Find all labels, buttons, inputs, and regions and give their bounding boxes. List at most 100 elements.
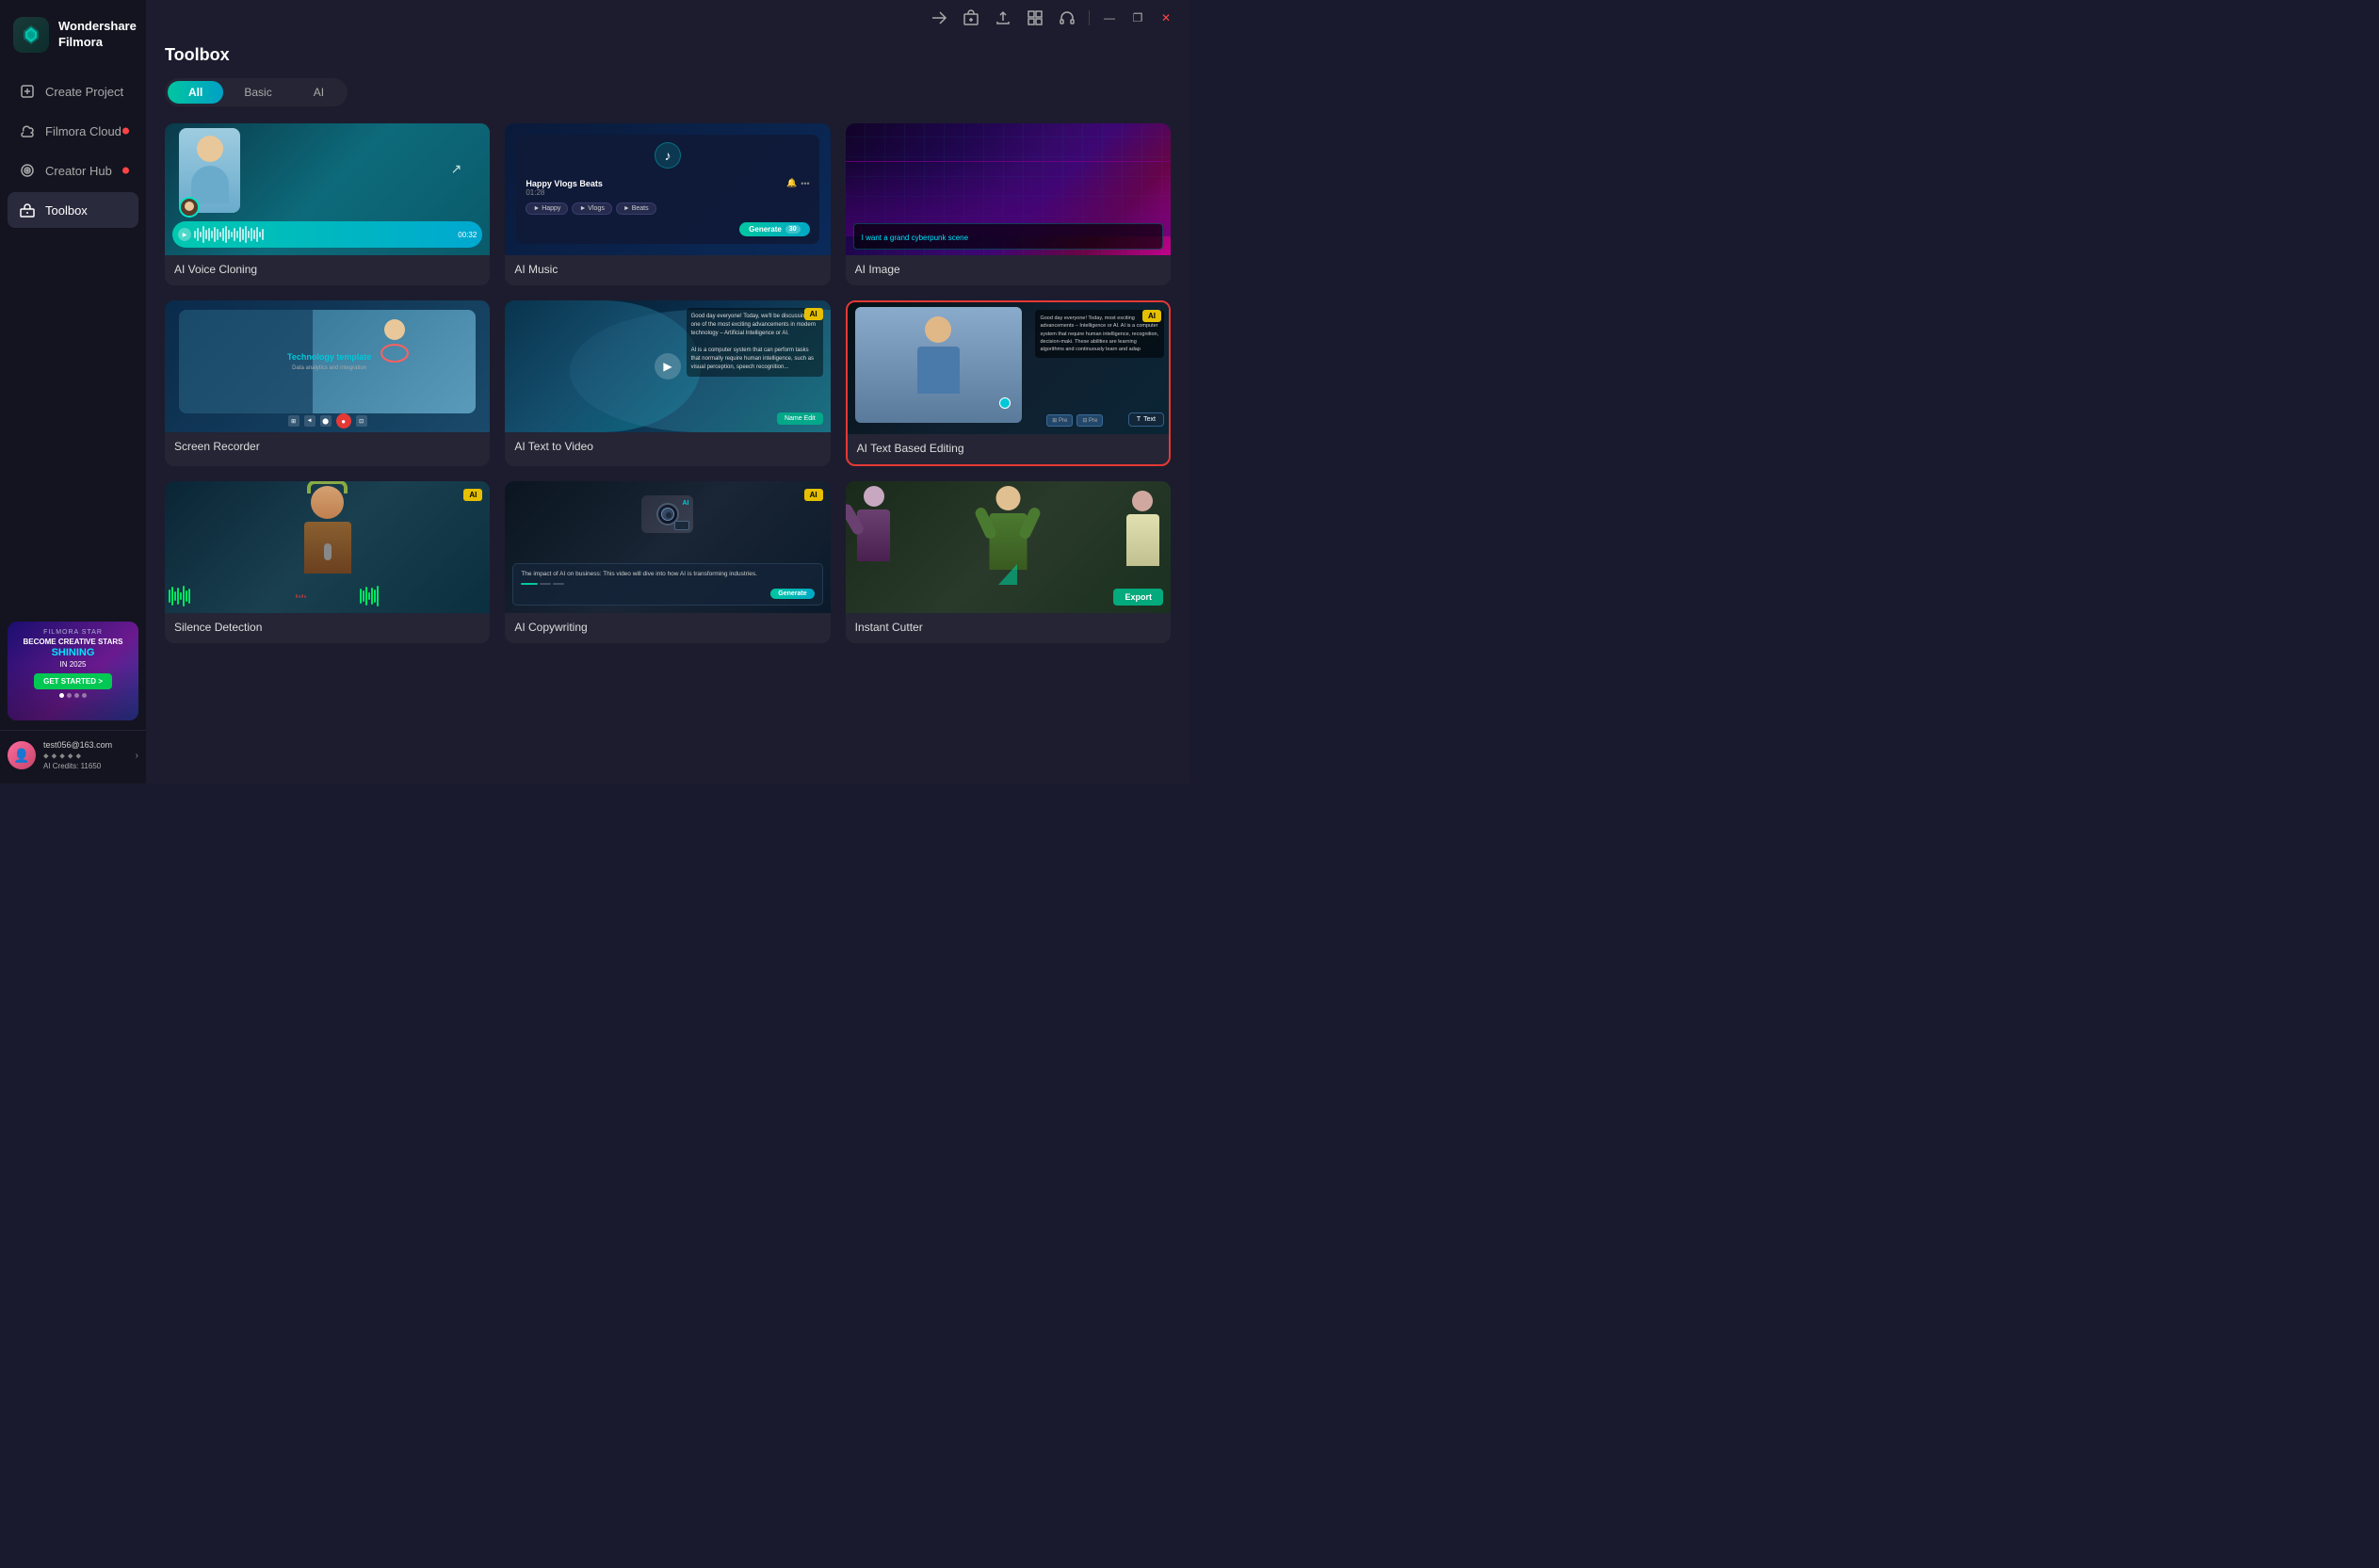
user-expand-icon[interactable]: ›	[136, 751, 138, 761]
cutter-play-arrow	[998, 564, 1017, 585]
logo-area: Wondershare Filmora	[0, 0, 146, 73]
banner-content: FILMORA STAR BECOME CREATIVE STARS SHINI…	[8, 622, 138, 705]
tool-label-text-video: AI Text to Video	[505, 432, 830, 462]
tool-label-voice-cloning: AI Voice Cloning	[165, 255, 490, 285]
text-icon: T	[1137, 416, 1141, 423]
tool-card-ai-text-to-video[interactable]: AI Good day everyone! Today, we'll be di…	[505, 300, 830, 466]
generate-copy-button[interactable]: Generate	[770, 589, 814, 599]
tool-card-instant-cutter[interactable]: Export Instant Cutter	[846, 481, 1171, 643]
banner-dot-1	[59, 693, 64, 698]
ttv-desc-text: Good day everyone! Today, we'll be discu…	[687, 308, 823, 377]
user-profile-row[interactable]: 👤 test056@163.com ⬥ ⬥ ⬥ ⬥ ⬥ AI Credits: …	[8, 740, 138, 770]
text-edit-visual: Good day everyone! Today, most exciting …	[848, 302, 1169, 434]
music-title-text: Happy Vlogs Beats	[526, 179, 603, 188]
rec-ctrl-2: ◄	[304, 415, 316, 427]
tool-card-ai-text-based-editing[interactable]: Good day everyone! Today, most exciting …	[846, 300, 1171, 466]
target-icon	[19, 162, 36, 179]
banner-dot-4	[82, 693, 87, 698]
filter-tab-ai[interactable]: AI	[293, 81, 345, 104]
sidebar-item-filmora-cloud[interactable]: Filmora Cloud	[8, 113, 138, 149]
tool-thumb-text-video: AI Good day everyone! Today, we'll be di…	[505, 300, 830, 432]
generate-label: Generate	[749, 225, 782, 234]
tool-thumb-recorder: Technology template Data analytics and i…	[165, 300, 490, 432]
banner-dot-3	[74, 693, 79, 698]
ai-badge-text-edit: AI	[1142, 310, 1161, 322]
send-icon[interactable]	[929, 8, 949, 28]
music-card-header: Happy Vlogs Beats 🔔 •••	[526, 178, 809, 188]
waveform	[194, 226, 455, 243]
sidebar-item-create-project[interactable]: Create Project	[8, 73, 138, 109]
promotional-banner[interactable]: FILMORA STAR BECOME CREATIVE STARS SHINI…	[8, 622, 138, 720]
ttv-name-badge: Name Edit	[777, 412, 823, 425]
image-visual: I want a grand cyberpunk scene	[846, 123, 1171, 255]
generate-button[interactable]: Generate 30	[739, 222, 809, 236]
sidebar-item-creator-hub[interactable]: Creator Hub	[8, 153, 138, 188]
tool-thumb-copywriting: AI AI The impact of AI on business: This…	[505, 481, 830, 613]
user-email: test056@163.com	[43, 740, 128, 750]
app-logo-icon	[13, 17, 49, 53]
tool-card-ai-image[interactable]: I want a grand cyberpunk scene AI Image	[846, 123, 1171, 285]
upload-icon[interactable]	[993, 8, 1013, 28]
user-info: test056@163.com ⬥ ⬥ ⬥ ⬥ ⬥ AI Credits: 11…	[43, 740, 128, 770]
copy-text-panel: The impact of AI on business: This video…	[512, 563, 822, 606]
cutter-person-left	[850, 486, 898, 580]
text-label: Text	[1143, 416, 1156, 423]
tool-thumb-text-edit: Good day everyone! Today, most exciting …	[848, 302, 1169, 434]
generate-btn-container: Generate 30	[526, 222, 809, 236]
minimize-button[interactable]: —	[1101, 9, 1118, 26]
toolbox-icon	[19, 202, 36, 218]
cutter-visual: Export	[846, 481, 1171, 613]
sidebar: Wondershare Filmora Create Project	[0, 0, 146, 784]
grid-icon[interactable]	[1025, 8, 1045, 28]
tool-thumb-voice-cloning: ▶	[165, 123, 490, 255]
sidebar-item-toolbox[interactable]: Toolbox	[8, 192, 138, 228]
filter-tab-all[interactable]: All	[168, 81, 223, 104]
tool-card-ai-music[interactable]: ♪ Happy Vlogs Beats 🔔 ••• 01:28	[505, 123, 830, 285]
tool-card-ai-voice-cloning[interactable]: ▶	[165, 123, 490, 285]
rec-ctrl-3: ⬤	[320, 415, 332, 427]
ai-badge-silence: AI	[463, 489, 482, 501]
close-button[interactable]: ✕	[1157, 9, 1174, 26]
sidebar-item-label: Creator Hub	[45, 164, 112, 178]
user-credits-row: ⬥ ⬥ ⬥ ⬥ ⬥	[43, 752, 128, 761]
prompt-text: I want a grand cyberpunk scene	[862, 234, 968, 242]
music-tag-vlogs: ► Vlogs	[572, 202, 611, 215]
filter-tab-basic[interactable]: Basic	[223, 81, 292, 104]
voice-timer: 00:32	[458, 231, 477, 239]
music-icons: 🔔 •••	[786, 178, 810, 188]
text-button[interactable]: T Text	[1128, 412, 1164, 427]
tte-person-img	[855, 307, 1022, 423]
sidebar-item-label: Toolbox	[45, 203, 88, 218]
banner-dot-2	[67, 693, 72, 698]
banner-cta-button[interactable]: GET STARTED >	[34, 673, 112, 689]
rec-ctrl-1: ⊞	[288, 415, 299, 427]
tte-text-btn: T Text	[1128, 412, 1164, 427]
export-button[interactable]: Export	[1113, 589, 1163, 606]
tte-ctrl-btn2: ⊟ Pre	[1076, 414, 1103, 427]
tool-card-silence-detection[interactable]: AI	[165, 481, 490, 643]
maximize-button[interactable]: ❐	[1129, 9, 1146, 26]
rec-btn-main: ●	[336, 413, 351, 428]
cursor-icon: ↗	[451, 161, 462, 177]
tte-ctrl-btn1: ⊞ Pre	[1046, 414, 1073, 427]
silence-waveform	[169, 583, 486, 609]
tool-card-screen-recorder[interactable]: Technology template Data analytics and i…	[165, 300, 490, 466]
music-card: ♪ Happy Vlogs Beats 🔔 ••• 01:28	[516, 135, 818, 244]
tool-thumb-silence: AI	[165, 481, 490, 613]
music-visual: ♪ Happy Vlogs Beats 🔔 ••• 01:28	[505, 123, 830, 255]
play-button: ▶	[655, 353, 681, 380]
cutter-person-right	[1119, 491, 1166, 585]
template-subtitle: Data analytics and integration	[287, 365, 371, 371]
banner-become-text: BECOME CREATIVE STARS	[17, 638, 129, 647]
text-video-visual: AI Good day everyone! Today, we'll be di…	[505, 300, 830, 432]
cloud-icon	[19, 122, 36, 139]
prompt-box: I want a grand cyberpunk scene	[853, 223, 1163, 250]
app-name: Wondershare Filmora	[58, 19, 137, 51]
tool-card-ai-copywriting[interactable]: AI AI The impact of AI on business: This…	[505, 481, 830, 643]
banner-year-text: IN 2025	[17, 660, 129, 669]
ai-credits-text: AI Credits: 11650	[43, 762, 128, 770]
headphones-icon[interactable]	[1057, 8, 1077, 28]
present-icon[interactable]	[961, 8, 981, 28]
recorder-controls: ⊞ ◄ ⬤ ● ⊡	[288, 413, 367, 428]
copy-text-content: The impact of AI on business: This video…	[521, 570, 814, 579]
